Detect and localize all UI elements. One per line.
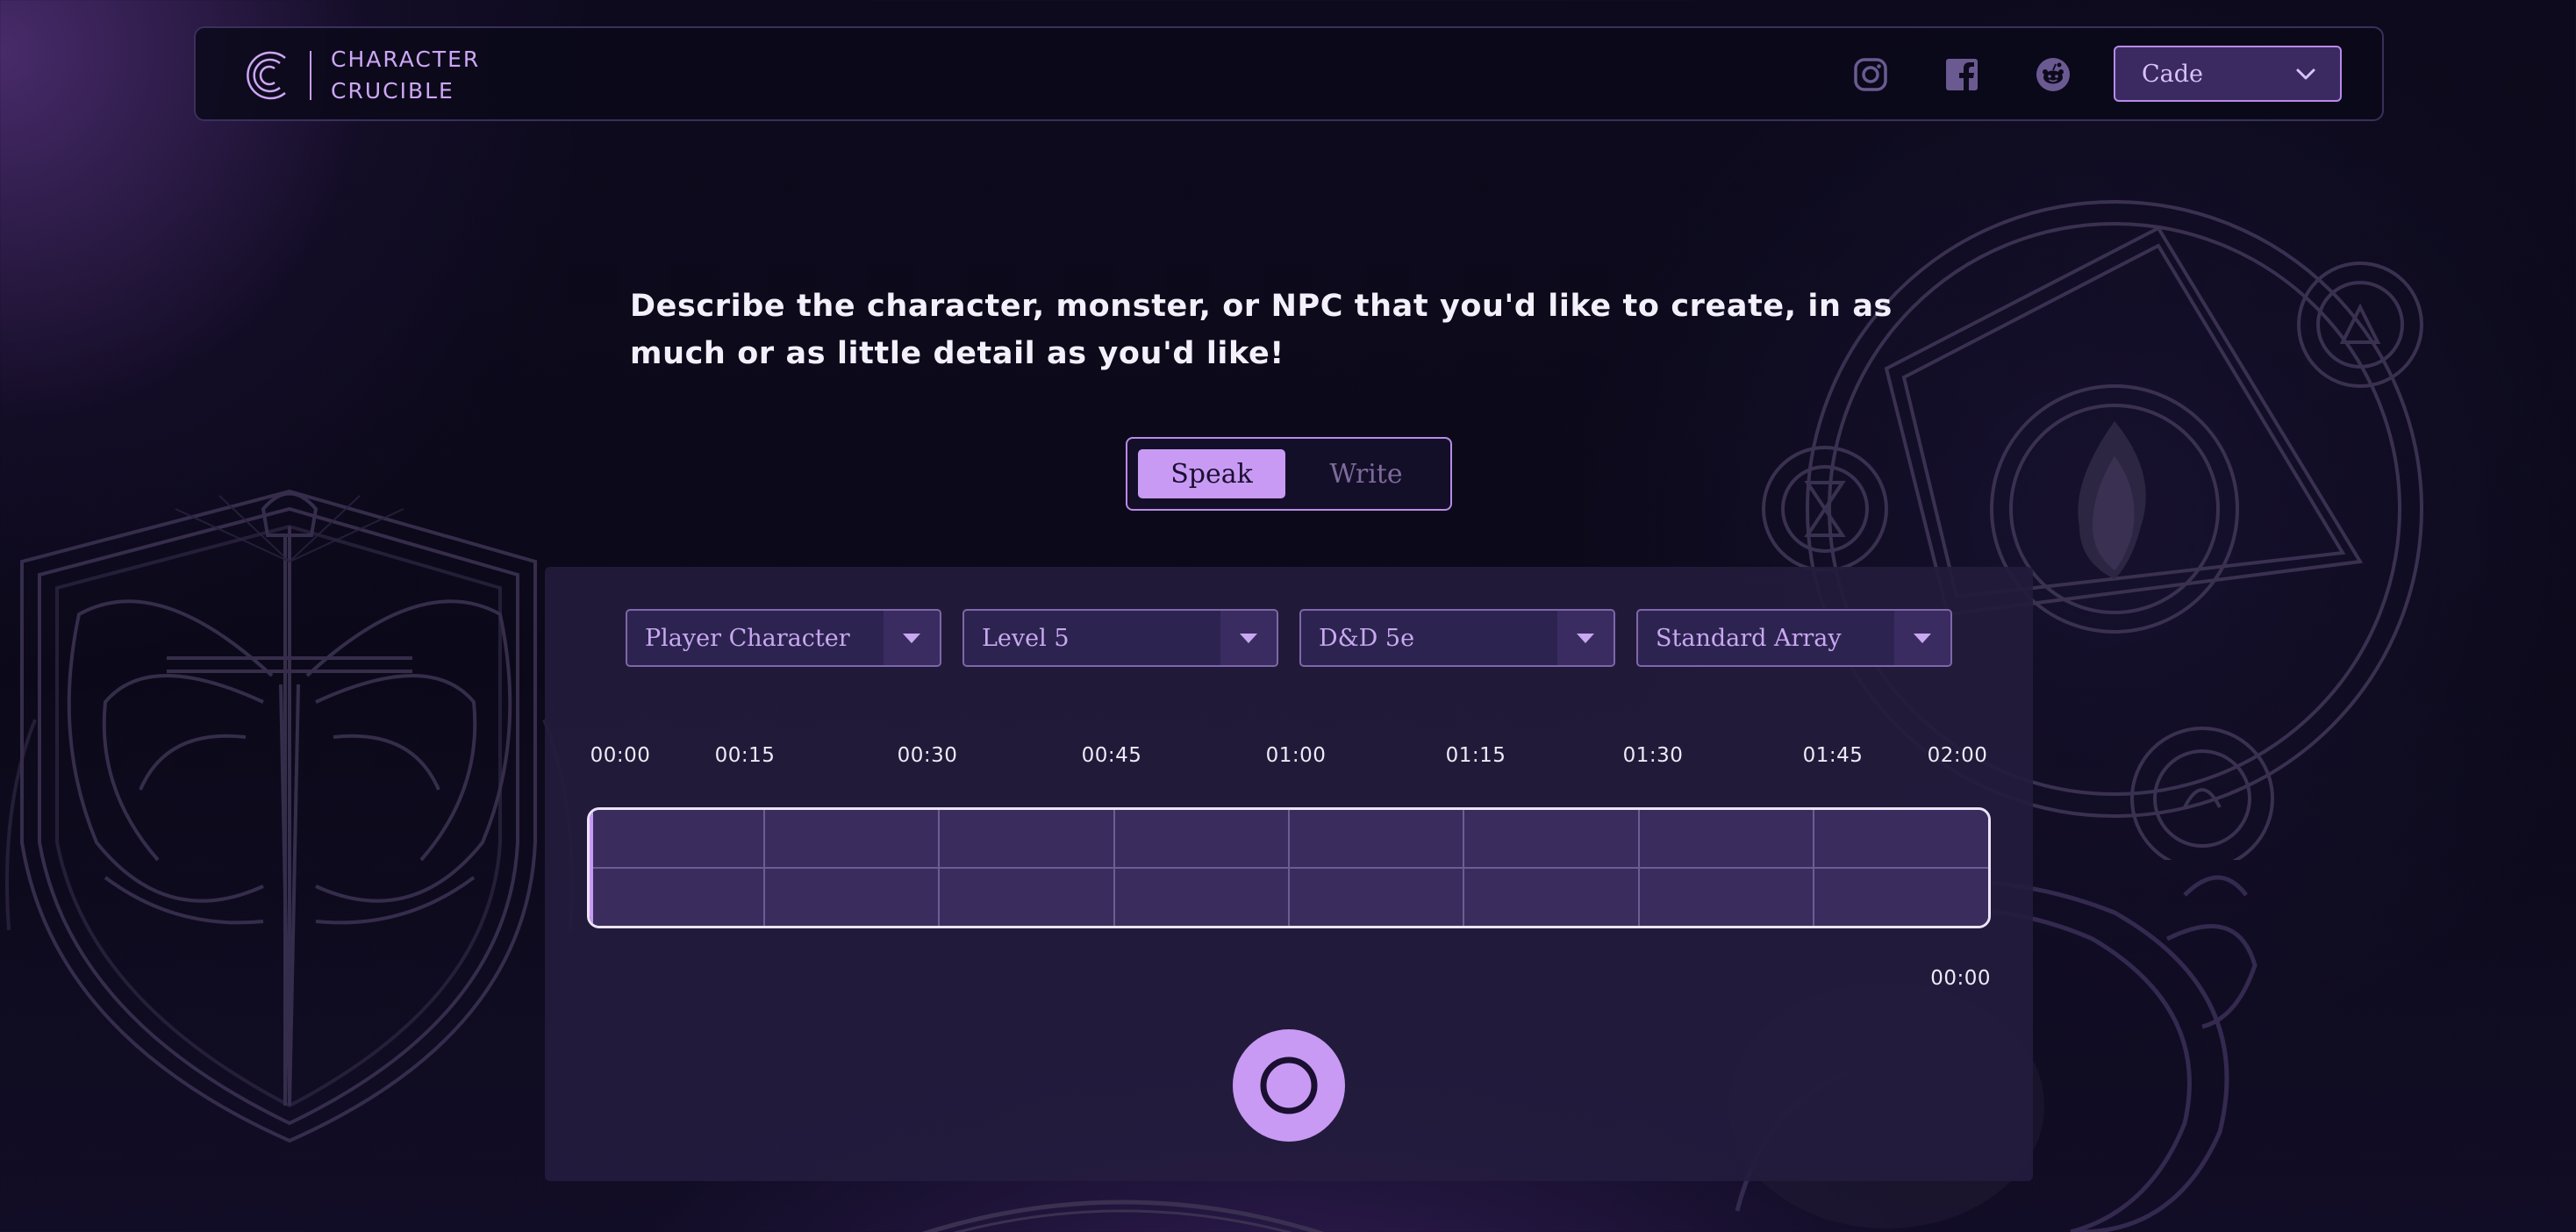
timeline-tick: 02:00	[1927, 744, 1988, 767]
elapsed-time: 00:00	[1930, 967, 1991, 990]
reddit-icon	[2036, 58, 2070, 91]
caret-down-icon	[1240, 634, 1257, 643]
top-navigation-bar: CHARACTER CRUCIBLE Cade	[194, 26, 2384, 121]
character-level-value: Level 5	[982, 624, 1070, 652]
record-circle-icon	[1260, 1057, 1318, 1114]
brand-name-line-2: CRUCIBLE	[331, 78, 454, 104]
reddit-link[interactable]	[2033, 54, 2073, 95]
character-type-dropdown[interactable]: Player Character	[626, 609, 941, 667]
dropdown-arrow-button[interactable]	[1894, 611, 1950, 665]
timeline-tick: 01:15	[1445, 744, 1506, 767]
timeline-playhead[interactable]	[590, 810, 593, 926]
timeline-tick: 01:30	[1622, 744, 1684, 767]
dropdown-arrow-button[interactable]	[1220, 611, 1277, 665]
bottom-sigil-arc-illustration	[921, 1200, 1325, 1232]
timeline-tick: 00:15	[714, 744, 776, 767]
caret-down-icon	[1577, 634, 1594, 643]
user-name: Cade	[2142, 60, 2204, 88]
game-system-value: D&D 5e	[1319, 624, 1415, 652]
instagram-link[interactable]	[1850, 54, 1891, 95]
instagram-icon	[1854, 58, 1887, 91]
brand-name-line-1: CHARACTER	[331, 47, 481, 72]
facebook-link[interactable]	[1942, 54, 1982, 95]
chevron-down-icon	[2296, 68, 2315, 80]
write-mode-button[interactable]: Write	[1292, 449, 1440, 498]
timeline-grid	[590, 810, 1988, 926]
game-system-dropdown[interactable]: D&D 5e	[1299, 609, 1615, 667]
input-mode-toggle: Speak Write	[1126, 437, 1452, 511]
timeline-tick: 00:00	[590, 744, 651, 767]
user-account-dropdown[interactable]: Cade	[2114, 46, 2342, 102]
character-level-dropdown[interactable]: Level 5	[962, 609, 1278, 667]
recording-timeline[interactable]	[587, 807, 1991, 928]
brand-logo[interactable]: CHARACTER CRUCIBLE	[240, 47, 480, 104]
ability-score-method-value: Standard Array	[1656, 624, 1842, 652]
dropdown-arrow-button[interactable]	[884, 611, 940, 665]
record-button[interactable]	[1233, 1029, 1345, 1142]
dropdown-arrow-button[interactable]	[1557, 611, 1614, 665]
voice-recorder-panel: Player Character Level 5 D&D 5e Standard…	[545, 567, 2033, 1181]
timeline-tick: 01:00	[1265, 744, 1327, 767]
timeline-tick: 01:45	[1802, 744, 1864, 767]
crucible-logo-icon	[247, 51, 286, 100]
ability-score-method-dropdown[interactable]: Standard Array	[1636, 609, 1952, 667]
timeline-tick: 00:30	[897, 744, 958, 767]
logo-divider	[310, 51, 311, 100]
caret-down-icon	[1914, 634, 1931, 643]
speak-mode-button[interactable]: Speak	[1138, 449, 1285, 498]
facebook-icon	[1946, 59, 1978, 90]
creation-prompt-text: Describe the character, monster, or NPC …	[630, 289, 1893, 371]
timeline-tick: 00:45	[1081, 744, 1142, 767]
caret-down-icon	[903, 634, 920, 643]
shield-wings-sword-illustration	[5, 489, 574, 1143]
character-type-value: Player Character	[645, 624, 850, 652]
brand-name: CHARACTER CRUCIBLE	[331, 44, 480, 107]
